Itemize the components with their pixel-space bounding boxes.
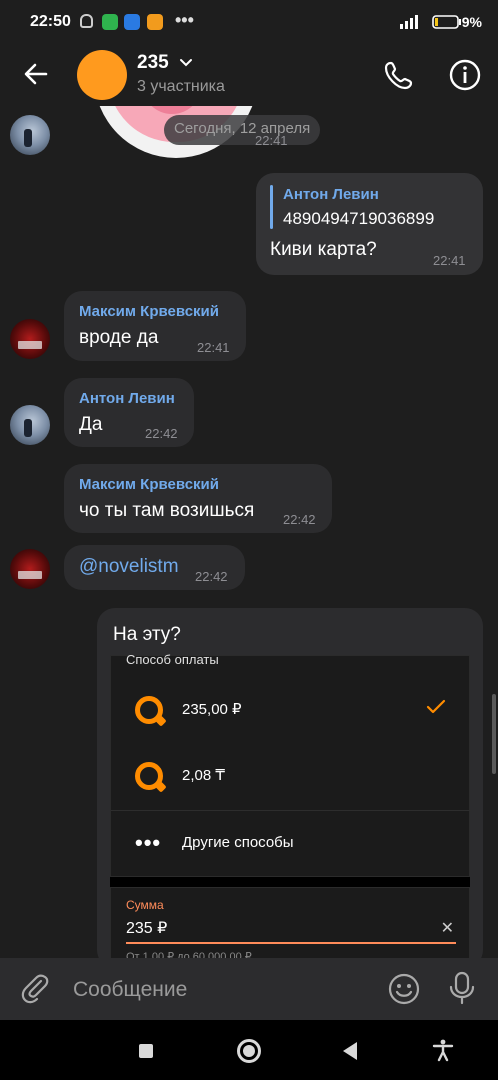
message-sender[interactable]: Максим Крвевский	[79, 476, 219, 493]
message-time: 22:41	[433, 253, 466, 268]
message-time: 22:42	[145, 426, 178, 441]
status-bar: 22:50 ••• 9%	[0, 0, 498, 44]
chat-members-count[interactable]: 3 участника	[137, 78, 225, 96]
amount-panel: Сумма 235 ₽ ✕ От 1,00 ₽ до 60 000,00 ₽	[110, 887, 470, 958]
battery-percent: 9%	[461, 14, 482, 30]
message-bubble[interactable]: Максим Крвевский чо ты там возишься 22:4…	[64, 464, 332, 533]
status-time: 22:50	[30, 13, 71, 30]
payment-option-label: 235,00 ₽	[182, 701, 242, 718]
amount-hint: От 1,00 ₽ до 60 000,00 ₽	[126, 951, 252, 958]
message-time: 22:41	[255, 133, 288, 148]
message-text: чо ты там возишься	[79, 500, 255, 521]
clear-icon: ✕	[440, 920, 454, 937]
avatar[interactable]	[10, 115, 50, 155]
message-bubble[interactable]: Максим Крвевский вроде да 22:41	[64, 291, 246, 361]
payment-method-panel: Способ оплаты 235,00 ₽ 2,08 ₸ ••• Другие…	[110, 652, 471, 878]
payment-method-title: Способ оплаты	[126, 652, 219, 667]
amount-value: 235 ₽	[126, 920, 168, 937]
message-time: 22:42	[195, 569, 228, 584]
qiwi-icon	[135, 762, 163, 790]
home-button[interactable]	[237, 1039, 261, 1063]
chevron-down-icon[interactable]	[178, 54, 194, 70]
screenshot-photo[interactable]: Способ оплаты 235,00 ₽ 2,08 ₸ ••• Другие…	[110, 652, 471, 958]
qiwi-icon	[135, 696, 163, 724]
chat-header: 235 3 участника	[0, 44, 498, 106]
recents-button[interactable]	[139, 1044, 153, 1058]
message-text: Да	[79, 414, 103, 435]
checkmark-icon	[426, 699, 446, 714]
payment-option-label: 2,08 ₸	[182, 767, 225, 784]
message-bubble[interactable]: @novelistm 22:42	[64, 545, 245, 590]
message-bubble[interactable]: Антон Левин Да 22:42	[64, 378, 194, 447]
message-sender[interactable]: Антон Левин	[79, 390, 175, 407]
silent-bell-icon	[80, 14, 93, 28]
group-avatar[interactable]	[77, 50, 127, 100]
payment-option-label: Другие способы	[182, 834, 294, 851]
paperclip-icon[interactable]	[20, 972, 52, 1004]
message-time: 22:42	[283, 512, 316, 527]
back-arrow-icon[interactable]	[20, 58, 52, 90]
accessibility-icon[interactable]	[431, 1038, 455, 1062]
quote-text: 4890494719036899	[283, 209, 435, 228]
photo-message-bubble[interactable]: На эту? Способ оплаты 235,00 ₽ 2,08 ₸ ••…	[97, 608, 483, 958]
message-list[interactable]: Сегодня, 12 апреля 22:41 Антон Левин 489…	[0, 106, 498, 958]
notification-app-icon	[147, 14, 163, 30]
photo-caption: На эту?	[113, 624, 181, 645]
payment-option: ••• Другие способы	[111, 812, 471, 878]
chat-title[interactable]: 235	[137, 52, 169, 74]
payment-option: 235,00 ₽	[111, 678, 471, 744]
avatar[interactable]	[10, 405, 50, 445]
vk-app-icon	[124, 14, 140, 30]
avatar[interactable]	[10, 319, 50, 359]
messenger-app-icon	[102, 14, 118, 30]
emoji-icon[interactable]	[387, 972, 421, 1006]
message-text: вроде да	[79, 327, 159, 348]
more-dots-icon: •••	[135, 830, 162, 855]
message-sender[interactable]: Максим Крвевский	[79, 303, 219, 320]
message-time: 22:41	[197, 340, 230, 355]
battery-icon	[432, 15, 461, 29]
message-bubble[interactable]: Антон Левин 4890494719036899 Киви карта?…	[256, 173, 483, 275]
amount-underline	[126, 942, 456, 944]
more-notifications-icon: •••	[175, 10, 194, 30]
avatar[interactable]	[10, 549, 50, 589]
message-input[interactable]: Сообщение	[73, 978, 187, 1002]
mention-link[interactable]: @novelistm	[79, 556, 179, 578]
payment-option: 2,08 ₸	[111, 744, 471, 810]
signal-icon	[400, 15, 418, 29]
phone-icon[interactable]	[382, 58, 416, 92]
back-button[interactable]	[343, 1042, 357, 1060]
system-nav-bar	[0, 1020, 498, 1080]
info-icon[interactable]	[448, 58, 482, 92]
date-divider: Сегодня, 12 апреля	[164, 115, 321, 145]
quote-sender: Антон Левин	[283, 186, 379, 203]
divider	[111, 810, 471, 811]
microphone-icon[interactable]	[447, 970, 477, 1006]
scrollbar[interactable]	[492, 694, 496, 774]
message-composer: Сообщение	[0, 958, 498, 1020]
quote-bar	[270, 185, 273, 229]
message-text: Киви карта?	[270, 239, 377, 260]
amount-label: Сумма	[126, 898, 164, 912]
